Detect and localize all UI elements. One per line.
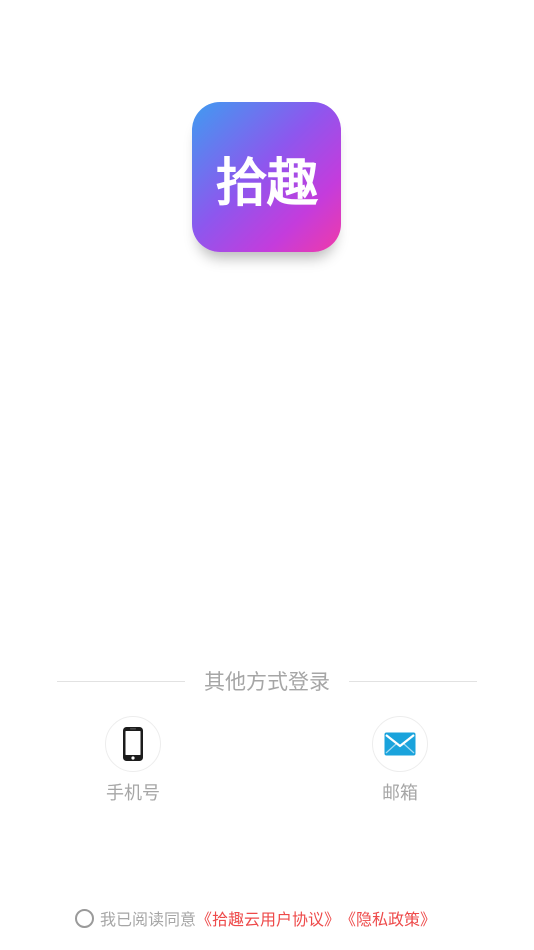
agreement-row: 我已阅读同意 《拾趣云用户协议》 《隐私政策》: [75, 906, 436, 930]
app-logo: 拾趣: [192, 102, 341, 252]
phone-login-icon-circle[interactable]: [105, 716, 161, 772]
privacy-policy-link[interactable]: 《隐私政策》: [340, 906, 436, 930]
divider-line-right: [349, 681, 477, 682]
email-login-icon-circle[interactable]: [372, 716, 428, 772]
phone-login-button[interactable]: 手机号: [93, 716, 173, 805]
other-login-title: 其他方式登录: [204, 670, 330, 694]
email-login-button[interactable]: 邮箱: [360, 716, 440, 805]
app-logo-text: 拾趣: [215, 153, 318, 214]
email-login-label: 邮箱: [382, 783, 418, 804]
login-screen: 拾趣 其他方式登录 手机号 邮箱 我已阅读同意 《拾趣云用户协议》 《隐私政策》: [0, 0, 534, 950]
phone-login-label: 手机号: [106, 783, 160, 804]
other-login-divider: 其他方式登录: [57, 664, 477, 698]
divider-line-left: [57, 681, 185, 682]
user-agreement-link[interactable]: 《拾趣云用户协议》: [196, 906, 340, 930]
phone-icon: [123, 727, 143, 761]
mail-icon: [384, 732, 416, 756]
agreement-prefix: 我已阅读同意: [100, 910, 197, 929]
agree-checkbox[interactable]: [75, 908, 94, 928]
